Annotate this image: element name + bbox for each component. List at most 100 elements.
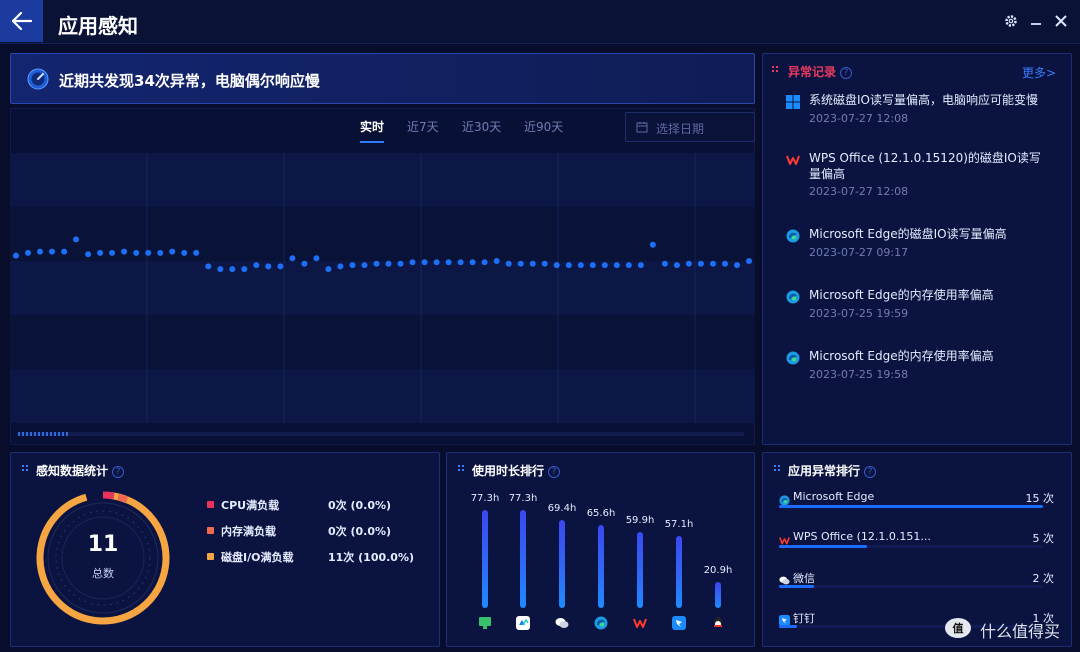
chart-point[interactable] <box>529 260 536 267</box>
chart-point[interactable] <box>97 249 104 256</box>
chart-point[interactable] <box>337 263 344 270</box>
help-icon[interactable]: ? <box>864 465 877 478</box>
chart-point[interactable] <box>577 262 584 269</box>
chart-point[interactable] <box>601 262 608 269</box>
chart-point[interactable] <box>673 262 680 269</box>
tab-realtime[interactable]: 实时 <box>360 118 384 135</box>
chart-point[interactable] <box>145 249 152 256</box>
chart-point[interactable] <box>157 249 164 256</box>
settings-button[interactable] <box>1002 12 1020 30</box>
chart-point[interactable] <box>205 263 212 270</box>
chart-point[interactable] <box>133 249 140 256</box>
anomaly-record-item[interactable]: Microsoft Edge的内存使用率偏高 2023-07-25 19:59 <box>786 287 1048 337</box>
chart-point[interactable] <box>397 260 404 267</box>
chart-point[interactable] <box>589 262 596 269</box>
date-picker[interactable]: 选择日期 <box>625 112 755 142</box>
tab-90days[interactable]: 近90天 <box>524 118 563 135</box>
chart-point[interactable] <box>121 248 128 255</box>
chart-point[interactable] <box>469 259 476 266</box>
chart-point[interactable] <box>722 260 728 267</box>
legend-value-memory: 0次 (0.0%) <box>328 525 392 538</box>
usage-bar[interactable] <box>482 510 488 608</box>
chart-point[interactable] <box>289 255 296 262</box>
chart-point[interactable] <box>697 260 704 267</box>
anomaly-record-item[interactable]: Microsoft Edge的内存使用率偏高 2023-07-25 19:58 <box>786 348 1048 398</box>
tab-7days[interactable]: 近7天 <box>407 118 439 135</box>
chart-point[interactable] <box>505 260 512 267</box>
chart-point[interactable] <box>61 248 68 255</box>
anomaly-record-item[interactable]: WPS Office (12.1.0.15120)的磁盘IO读写量偏高 2023-… <box>786 150 1048 200</box>
help-icon[interactable]: ? <box>112 465 125 478</box>
tab-30days[interactable]: 近30天 <box>462 118 501 135</box>
usage-bar[interactable] <box>520 510 526 608</box>
minimize-button[interactable] <box>1027 12 1045 30</box>
chart-point[interactable] <box>13 252 19 259</box>
chart-point[interactable] <box>517 260 524 267</box>
chart-point[interactable] <box>746 258 752 264</box>
chart-point[interactable] <box>710 260 716 267</box>
usage-bar[interactable] <box>676 535 682 608</box>
chart-point[interactable] <box>313 255 320 262</box>
chart-point[interactable] <box>625 262 632 269</box>
chart-point[interactable] <box>37 248 43 255</box>
chart-point[interactable] <box>481 259 488 266</box>
chart-point[interactable] <box>301 260 308 267</box>
chart-point[interactable] <box>109 249 116 256</box>
usage-bar[interactable] <box>637 532 643 608</box>
chart-point[interactable] <box>685 260 692 267</box>
chart-point[interactable] <box>409 259 416 266</box>
chart-point[interactable] <box>421 259 428 266</box>
chart-point[interactable] <box>457 259 464 266</box>
more-link[interactable]: 更多> <box>1022 64 1056 81</box>
chart-point[interactable] <box>73 236 80 243</box>
rank-row[interactable]: 微信 2 次 <box>779 570 1054 590</box>
rank-row[interactable]: Microsoft Edge 15 次 <box>779 490 1054 510</box>
chart-point[interactable] <box>734 262 740 269</box>
chart-point[interactable] <box>493 258 500 264</box>
usage-bar[interactable] <box>598 524 604 608</box>
chart-point[interactable] <box>325 266 332 273</box>
help-icon[interactable]: ? <box>840 66 853 79</box>
usage-bar-label: 69.4h <box>547 503 577 514</box>
section-grip-icon <box>774 465 780 471</box>
chart-point[interactable] <box>541 260 548 267</box>
rank-row[interactable]: WPS Office (12.1.0.151... 5 次 <box>779 530 1054 550</box>
chart-scrollbar[interactable] <box>18 432 744 436</box>
chart-point[interactable] <box>265 263 272 270</box>
chart-point[interactable] <box>181 249 188 256</box>
chart-point[interactable] <box>649 241 656 248</box>
chart-point[interactable] <box>637 262 644 269</box>
chart-point[interactable] <box>229 266 236 273</box>
rank-bar-fill <box>779 505 1043 508</box>
close-button[interactable] <box>1052 12 1070 30</box>
chart-point[interactable] <box>373 260 380 267</box>
back-button[interactable] <box>0 0 43 42</box>
chart-point[interactable] <box>445 259 452 266</box>
chart-point[interactable] <box>253 262 260 269</box>
usage-bar-label: 77.3h <box>470 493 500 504</box>
chart-point[interactable] <box>661 260 668 267</box>
usage-bar[interactable] <box>715 581 721 608</box>
chart-point[interactable] <box>277 263 284 270</box>
monitor-icon <box>478 615 492 629</box>
chart-point[interactable] <box>217 266 224 273</box>
chart-point[interactable] <box>85 251 92 258</box>
chart-point[interactable] <box>385 260 392 267</box>
dingtalk-icon <box>779 611 790 626</box>
chart-point[interactable] <box>49 248 55 255</box>
chart-point[interactable] <box>361 262 368 269</box>
usage-bar[interactable] <box>559 520 565 608</box>
anomaly-record-item[interactable]: Microsoft Edge的磁盘IO读写量偏高 2023-07-27 09:17 <box>786 226 1048 276</box>
chart-point[interactable] <box>193 249 200 256</box>
chart-point[interactable] <box>613 262 620 269</box>
chart-point[interactable] <box>241 266 248 273</box>
chart-point[interactable] <box>433 259 440 266</box>
chart-point[interactable] <box>349 262 356 269</box>
chart-point[interactable] <box>553 262 560 269</box>
help-icon[interactable]: ? <box>548 465 561 478</box>
chart-point[interactable] <box>169 248 176 255</box>
anomaly-record-item[interactable]: 系统磁盘IO读写量偏高，电脑响应可能变慢 2023-07-27 12:08 <box>786 92 1048 142</box>
chart-point[interactable] <box>25 249 31 256</box>
chart-scrollbar-thumb[interactable] <box>18 432 70 436</box>
chart-point[interactable] <box>565 262 572 269</box>
